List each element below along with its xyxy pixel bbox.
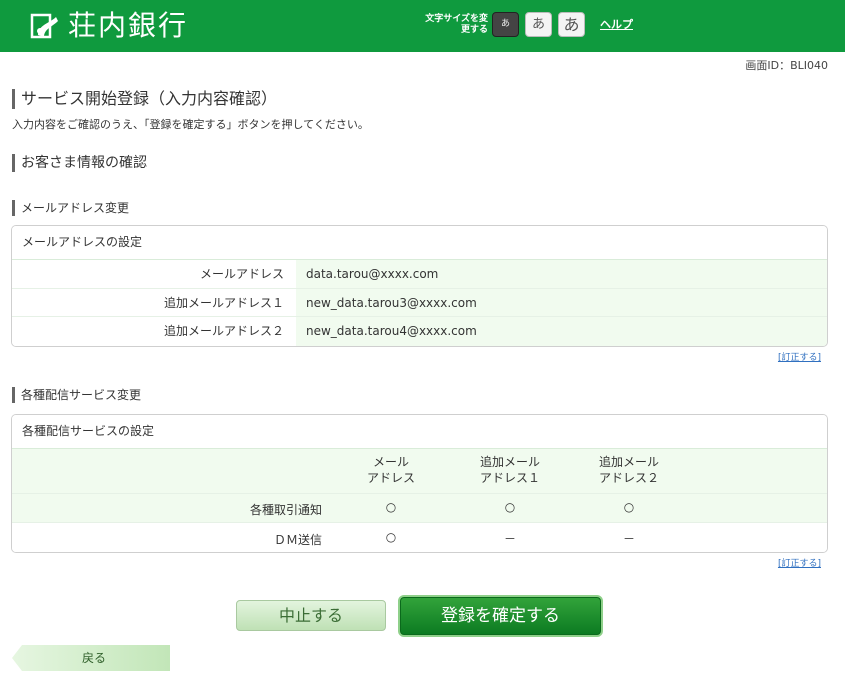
delivery-correct-link[interactable]: [訂正する] xyxy=(778,556,821,569)
page-instruction: 入力内容をご確認のうえ、「登録を確定する」ボタンを押してください。 xyxy=(12,118,369,131)
table-row: 各種取引通知 ○ ○ ○ xyxy=(12,493,827,522)
mail-row-value: new_data.tarou4@xxxx.com xyxy=(296,317,827,346)
delivery-settings-panel: 各種配信サービスの設定 メール アドレス 追加メール アドレス１ 追加メール ア… xyxy=(11,414,828,553)
delivery-table: メール アドレス 追加メール アドレス１ 追加メール アドレス２ 各種取引通知 … xyxy=(12,449,827,552)
table-cell: － xyxy=(503,532,516,546)
mail-row: メールアドレス data.tarou@xxxx.com xyxy=(12,260,827,289)
help-link[interactable]: ヘルプ xyxy=(600,16,633,32)
bank-name: 荘内銀行 xyxy=(68,9,189,42)
mail-row: 追加メールアドレス１ new_data.tarou3@xxxx.com xyxy=(12,288,827,317)
mail-row-value: new_data.tarou3@xxxx.com xyxy=(296,288,827,316)
row-label-dm-send: ＤＭ送信 xyxy=(273,533,322,547)
mail-correct-link[interactable]: [訂正する] xyxy=(778,350,821,363)
delivery-header-row: メール アドレス 追加メール アドレス１ 追加メール アドレス２ xyxy=(12,449,827,493)
confirm-registration-button[interactable]: 登録を確定する xyxy=(398,595,603,637)
column-header-extra-mail-1: 追加メール アドレス１ xyxy=(479,455,540,485)
mail-settings-panel: メールアドレスの設定 メールアドレス data.tarou@xxxx.com 追… xyxy=(11,225,828,347)
table-cell: ○ xyxy=(623,500,635,514)
screen-id: 画面ID：BLI040 xyxy=(745,59,828,72)
table-row: ＤＭ送信 ○ － － xyxy=(12,522,827,552)
header-bar: 荘内銀行 文字サイズを変更する あ あ あ ヘルプ xyxy=(0,0,845,52)
bank-logo-icon xyxy=(30,13,58,39)
table-cell: ○ xyxy=(385,500,397,514)
table-cell: － xyxy=(622,532,635,546)
cancel-button[interactable]: 中止する xyxy=(236,600,386,631)
mail-row-value: data.tarou@xxxx.com xyxy=(296,260,827,288)
mail-row-label: メールアドレス xyxy=(12,260,296,288)
font-size-large-button[interactable]: あ xyxy=(558,12,585,37)
mail-row: 追加メールアドレス２ new_data.tarou4@xxxx.com xyxy=(12,317,827,346)
column-header-mail: メール アドレス xyxy=(366,455,415,485)
back-button[interactable]: 戻る xyxy=(12,645,170,671)
font-size-small-button[interactable]: あ xyxy=(492,12,519,37)
customer-info-heading: お客さま情報の確認 xyxy=(12,154,147,172)
bank-logo[interactable]: 荘内銀行 xyxy=(30,10,188,42)
mail-settings-title: メールアドレスの設定 xyxy=(12,226,827,260)
font-size-label: 文字サイズを変更する xyxy=(425,14,488,35)
mail-row-label: 追加メールアドレス１ xyxy=(12,288,296,316)
delivery-change-heading: 各種配信サービス変更 xyxy=(12,387,141,403)
mail-change-heading: メールアドレス変更 xyxy=(12,200,129,216)
delivery-settings-title: 各種配信サービスの設定 xyxy=(12,415,827,449)
font-size-medium-button[interactable]: あ xyxy=(525,12,552,37)
page-title: サービス開始登録（入力内容確認） xyxy=(12,89,277,109)
table-cell: ○ xyxy=(504,500,516,514)
mail-row-label: 追加メールアドレス２ xyxy=(12,317,296,346)
table-cell: ○ xyxy=(385,530,397,544)
row-label-transaction-notice: 各種取引通知 xyxy=(249,503,322,517)
column-header-extra-mail-2: 追加メール アドレス２ xyxy=(598,455,659,485)
